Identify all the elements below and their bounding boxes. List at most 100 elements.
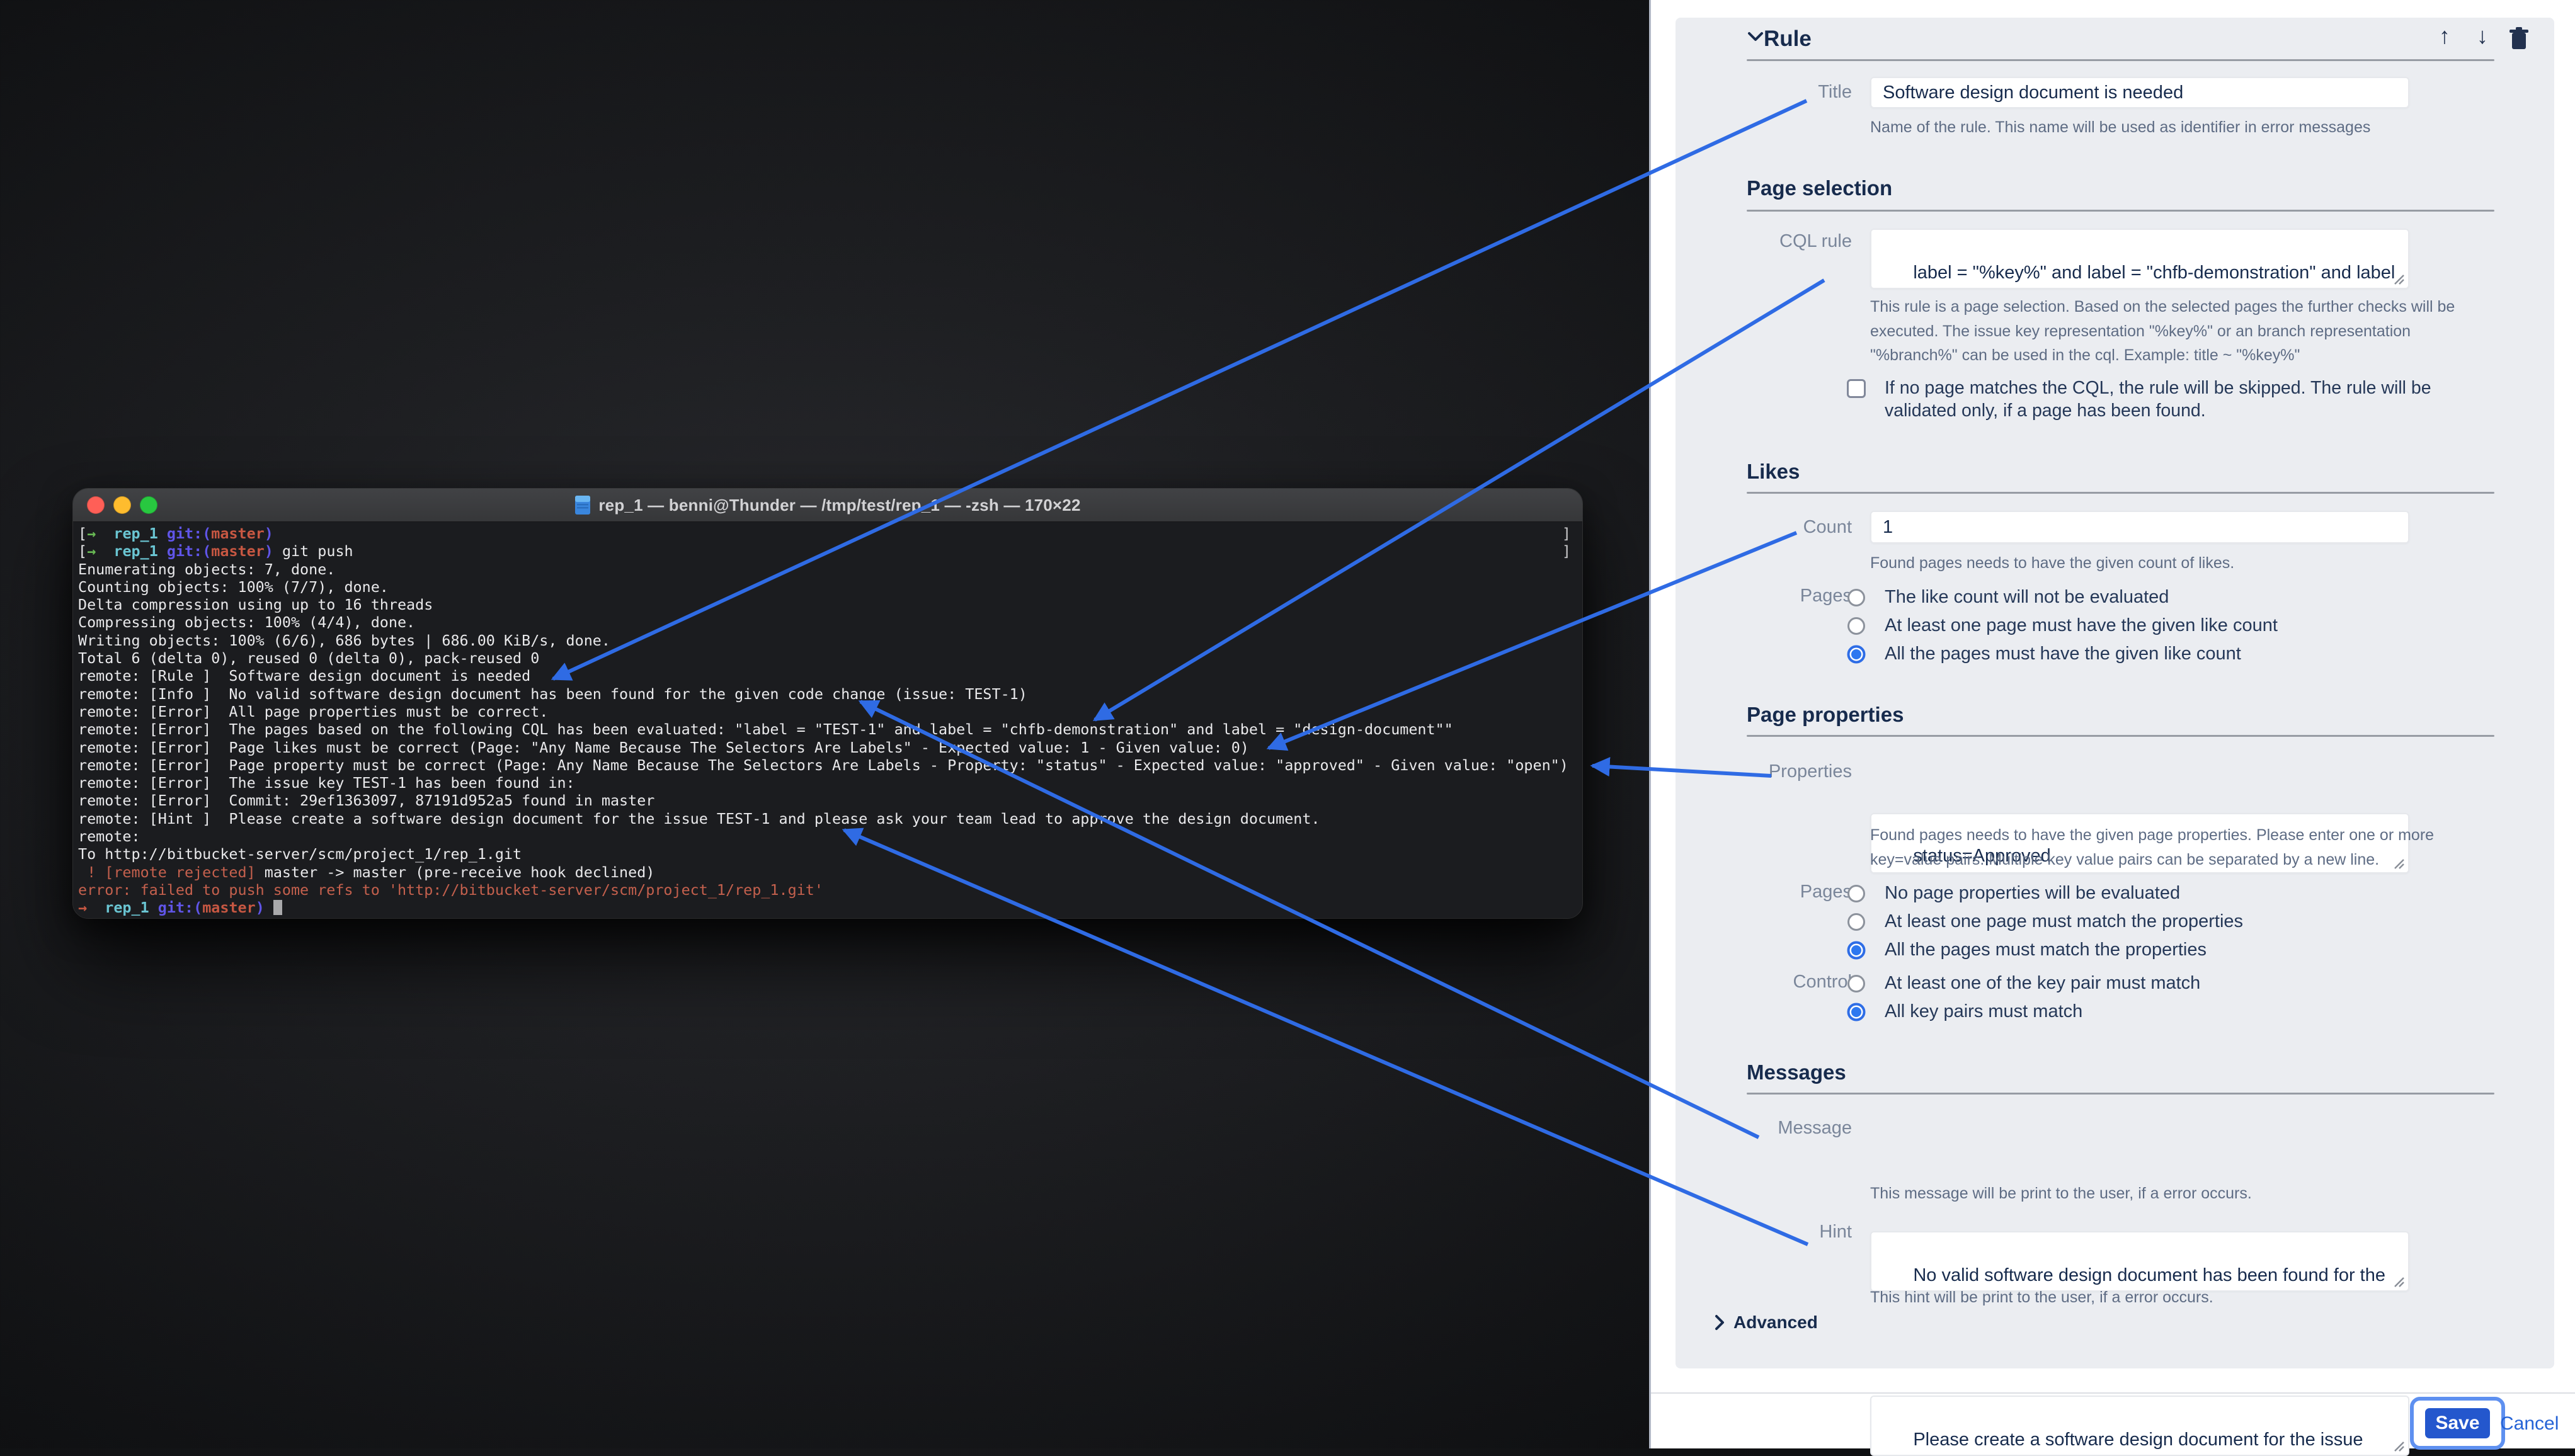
terminal-line: → rep_1 git:(master)	[78, 899, 1577, 916]
advanced-label: Advanced	[1733, 1312, 1818, 1333]
terminal-titlebar[interactable]: rep_1 — benni@Thunder — /tmp/test/rep_1 …	[73, 489, 1582, 522]
chevron-right-icon	[1715, 1314, 1725, 1331]
control-radio-group: At least one of the key pair must match A…	[1676, 969, 2554, 1026]
cancel-link[interactable]: Cancel	[2500, 1413, 2559, 1435]
chevron-down-icon[interactable]	[1747, 31, 1764, 43]
skip-checkbox-label: If no page matches the CQL, the rule wil…	[1885, 377, 2455, 422]
terminal-line: remote: [Error] All page properties must…	[78, 703, 1577, 720]
advanced-expander[interactable]: Advanced	[1715, 1312, 1818, 1333]
terminal-title: rep_1 — benni@Thunder — /tmp/test/rep_1 …	[598, 496, 1080, 515]
document-icon	[574, 495, 591, 515]
radio-unselected-icon[interactable]	[1847, 884, 1866, 903]
radio-option-row: No page properties will be evaluated	[1676, 879, 2554, 907]
terminal-line: To http://bitbucket-server/scm/project_1…	[78, 845, 1577, 863]
terminal-line: remote: [Error] Page property must be co…	[78, 756, 1577, 774]
radio-option-label: All the pages must have the given like c…	[1885, 644, 2241, 664]
terminal-line: remote: [Hint ] Please create a software…	[78, 810, 1577, 828]
terminal-line: Compressing objects: 100% (4/4), done.	[78, 613, 1577, 631]
terminal-line: ! [remote rejected] master -> master (pr…	[78, 863, 1577, 881]
radio-selected-icon[interactable]	[1847, 941, 1866, 960]
message-textarea[interactable]: No valid software design document has be…	[1870, 1231, 2409, 1292]
radio-option-row: The like count will not be evaluated	[1676, 583, 2554, 611]
footer-divider	[1651, 1392, 2575, 1394]
properties-label: Properties	[1676, 761, 1852, 782]
hint-textarea[interactable]: Please create a software design document…	[1870, 1396, 2409, 1456]
save-button-focus-ring: Save	[2410, 1397, 2505, 1450]
radio-option-row: All the pages must have the given like c…	[1676, 640, 2554, 668]
prompt-right-bracket: ]	[1562, 542, 1571, 560]
hint-value: Please create a software design document…	[1883, 1430, 2384, 1456]
count-label: Count	[1676, 517, 1852, 538]
terminal-line: Counting objects: 100% (7/7), done.	[78, 578, 1577, 596]
radio-unselected-icon[interactable]	[1847, 617, 1866, 635]
section-divider	[1747, 59, 2494, 61]
terminal-line: Total 6 (delta 0), reused 0 (delta 0), p…	[78, 649, 1577, 667]
move-up-icon[interactable]: ↑	[2439, 23, 2450, 49]
save-button[interactable]: Save	[2425, 1408, 2490, 1438]
terminal-line: error: failed to push some refs to 'http…	[78, 881, 1577, 899]
settings-panel: Rule ↑ ↓ Title Software design document …	[1649, 0, 2575, 1448]
page-properties-heading: Page properties	[1747, 703, 1904, 727]
terminal-line: Writing objects: 100% (6/6), 686 bytes |…	[78, 632, 1577, 649]
move-down-icon[interactable]: ↓	[2477, 23, 2488, 49]
properties-pages-radio-group: No page properties will be evaluated At l…	[1676, 879, 2554, 964]
title-input[interactable]: Software design document is needed	[1870, 77, 2409, 108]
radio-option-label: The like count will not be evaluated	[1885, 587, 2169, 608]
terminal-line: Delta compression using up to 16 threads	[78, 596, 1577, 613]
properties-help-text: Found pages needs to have the given page…	[1870, 823, 2437, 872]
radio-option-label: All key pairs must match	[1885, 1001, 2082, 1022]
radio-option-row: All key pairs must match	[1676, 998, 2554, 1026]
radio-option-label: At least one page must have the given li…	[1885, 615, 2278, 636]
skip-checkbox[interactable]	[1847, 379, 1866, 398]
radio-unselected-icon[interactable]	[1847, 588, 1866, 607]
terminal-window: rep_1 — benni@Thunder — /tmp/test/rep_1 …	[73, 489, 1582, 918]
count-help-text: Found pages needs to have the given coun…	[1870, 551, 2475, 576]
terminal-line: remote:	[78, 828, 1577, 845]
message-help-text: This message will be print to the user, …	[1870, 1181, 2475, 1206]
radio-option-label: At least one page must match the propert…	[1885, 911, 2243, 932]
messages-heading: Messages	[1747, 1061, 1846, 1084]
cql-rule-label: CQL rule	[1676, 231, 1852, 252]
page-selection-heading: Page selection	[1747, 176, 1892, 200]
radio-option-row: All the pages must match the properties	[1676, 936, 2554, 964]
radio-option-label: All the pages must match the properties	[1885, 940, 2207, 960]
radio-selected-icon[interactable]	[1847, 1003, 1866, 1021]
rule-card: Rule ↑ ↓ Title Software design document …	[1676, 18, 2554, 1368]
terminal-line: remote: [Error] Page likes must be corre…	[78, 739, 1577, 756]
count-input-value: 1	[1883, 517, 1893, 538]
terminal-line: [→ rep_1 git:(master)]	[78, 525, 1577, 542]
resize-grip-icon[interactable]	[2391, 1438, 2405, 1452]
hint-label: Hint	[1676, 1222, 1852, 1243]
trash-icon[interactable]	[2508, 26, 2530, 52]
radio-unselected-icon[interactable]	[1847, 913, 1866, 931]
title-field-label: Title	[1676, 82, 1852, 103]
likes-pages-radio-group: The like count will not be evaluated At l…	[1676, 583, 2554, 668]
terminal-line: remote: [Rule ] Software design document…	[78, 667, 1577, 685]
cql-rule-textarea[interactable]: label = "%key%" and label = "chfb-demons…	[1870, 229, 2409, 289]
minimize-button[interactable]	[113, 496, 131, 514]
terminal-line: remote: [Error] The pages based on the f…	[78, 720, 1577, 738]
cql-help-text: This rule is a page selection. Based on …	[1870, 295, 2491, 368]
traffic-lights	[87, 496, 157, 514]
resize-grip-icon[interactable]	[2391, 271, 2405, 285]
close-button[interactable]	[87, 496, 105, 514]
likes-heading: Likes	[1747, 460, 1800, 484]
radio-option-label: No page properties will be evaluated	[1885, 883, 2180, 904]
count-input[interactable]: 1	[1870, 511, 2409, 543]
title-input-value: Software design document is needed	[1883, 82, 2183, 103]
radio-selected-icon[interactable]	[1847, 645, 1866, 664]
section-divider	[1747, 735, 2494, 737]
radio-unselected-icon[interactable]	[1847, 974, 1866, 993]
cql-rule-value: label = "%key%" and label = "chfb-demons…	[1883, 263, 2400, 289]
section-divider	[1747, 492, 2494, 494]
radio-option-row: At least one of the key pair must match	[1676, 969, 2554, 998]
rule-section-title[interactable]: Rule	[1764, 26, 1812, 52]
radio-option-label: At least one of the key pair must match	[1885, 973, 2200, 994]
terminal-line: [→ rep_1 git:(master) git push]	[78, 542, 1577, 560]
radio-option-row: At least one page must match the propert…	[1676, 907, 2554, 936]
section-divider	[1747, 1093, 2494, 1095]
terminal-line: Enumerating objects: 7, done.	[78, 560, 1577, 578]
zoom-button[interactable]	[140, 496, 157, 514]
terminal-output[interactable]: [→ rep_1 git:(master)][→ rep_1 git:(mast…	[78, 522, 1577, 916]
terminal-line: remote: [Error] The issue key TEST-1 has…	[78, 774, 1577, 792]
